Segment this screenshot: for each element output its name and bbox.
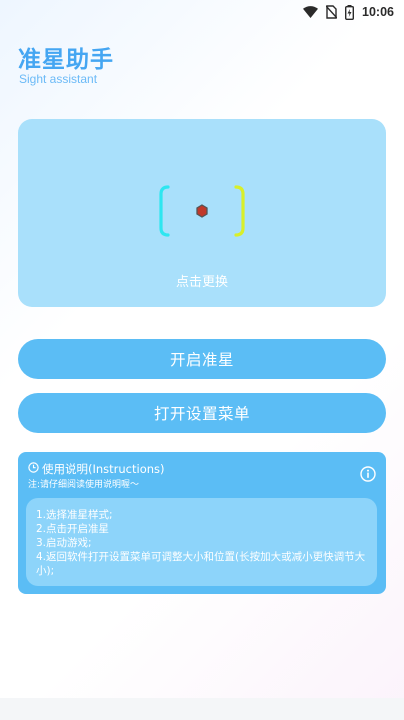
status-bar: 10:06 <box>0 0 404 24</box>
crosshair-icon <box>159 185 245 237</box>
instructions-steps: 1.选择准星样式; 2.点击开启准星 3.启动游戏; 4.返回软件打开设置菜单可… <box>26 498 377 586</box>
clock-icon <box>28 462 39 476</box>
navigation-bar <box>0 698 404 720</box>
left-bracket <box>159 185 170 237</box>
instruction-step: 2.点击开启准星 <box>36 523 110 535</box>
app-subtitle: Sight assistant <box>19 72 98 86</box>
instructions-title: 使用说明(Instructions) <box>42 462 165 476</box>
open-settings-menu-button[interactable]: 打开设置菜单 <box>18 393 386 433</box>
center-dot <box>196 204 208 218</box>
status-time: 10:06 <box>362 5 394 19</box>
crosshair-preview-card[interactable]: 点击更换 <box>18 119 386 307</box>
instructions-note: 注:请仔细阅读使用说明喔～ <box>28 480 140 490</box>
instruction-step: 3.启动游戏; <box>36 537 92 549</box>
info-icon[interactable] <box>360 466 376 486</box>
start-crosshair-button[interactable]: 开启准星 <box>18 339 386 379</box>
instruction-step: 4.返回软件打开设置菜单可调整大小和位置(长按加大或减小更快调节大小); <box>36 551 366 577</box>
instructions-heading: 使用说明(Instructions) <box>28 461 165 477</box>
battery-icon <box>345 4 355 20</box>
instructions-card: 使用说明(Instructions) 注:请仔细阅读使用说明喔～ 1.选择准星样… <box>18 452 386 594</box>
right-bracket <box>234 185 245 237</box>
instruction-step: 1.选择准星样式; <box>36 509 113 521</box>
change-style-label: 点击更换 <box>175 275 228 290</box>
no-sim-icon <box>326 5 338 19</box>
app-title: 准星助手 <box>18 47 114 73</box>
wifi-icon <box>303 6 319 18</box>
